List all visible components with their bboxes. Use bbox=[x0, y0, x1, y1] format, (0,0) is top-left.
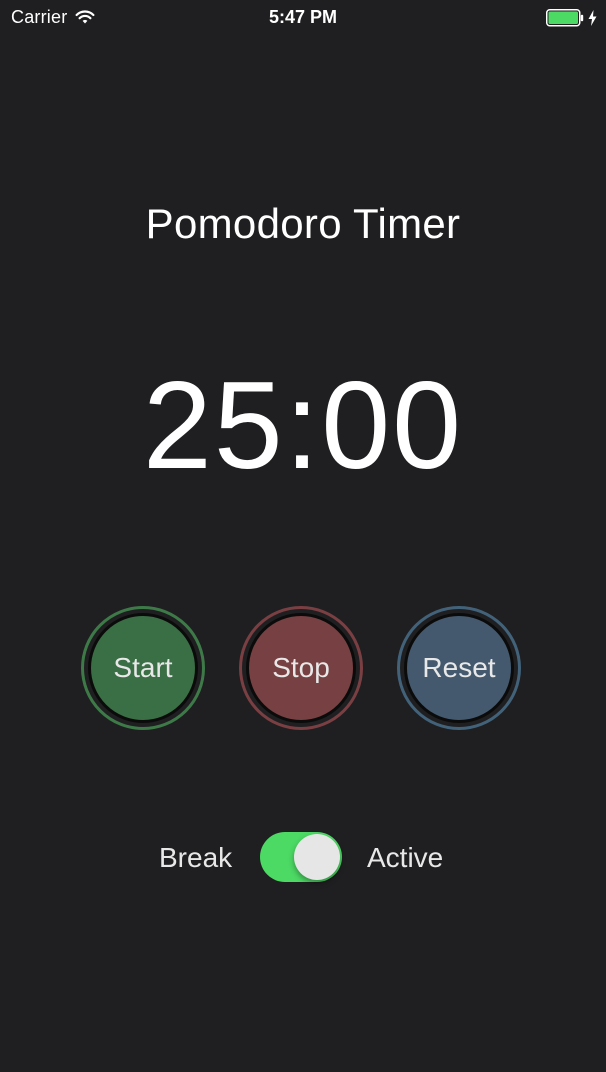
controls-row: Start Stop Reset bbox=[81, 606, 525, 736]
stop-button-label: Stop bbox=[246, 613, 356, 723]
status-time: 5:47 PM bbox=[268, 7, 338, 27]
charging-bolt-icon bbox=[588, 10, 597, 26]
start-button-label: Start bbox=[88, 613, 198, 723]
page-title: Pomodoro Timer bbox=[145, 200, 461, 247]
status-bar: Carrier 5:47 PM bbox=[0, 0, 606, 38]
timer-display: 25:00 bbox=[142, 357, 464, 495]
mode-toggle-switch[interactable] bbox=[260, 832, 342, 882]
battery-full-icon bbox=[546, 9, 584, 27]
break-label: Break bbox=[159, 842, 233, 873]
reset-button-label: Reset bbox=[404, 613, 514, 723]
stop-button[interactable]: Stop bbox=[239, 606, 363, 730]
reset-button[interactable]: Reset bbox=[397, 606, 521, 730]
start-button[interactable]: Start bbox=[81, 606, 205, 730]
toggle-knob bbox=[294, 834, 340, 880]
battery-group bbox=[546, 9, 597, 27]
active-label: Active bbox=[367, 842, 444, 873]
